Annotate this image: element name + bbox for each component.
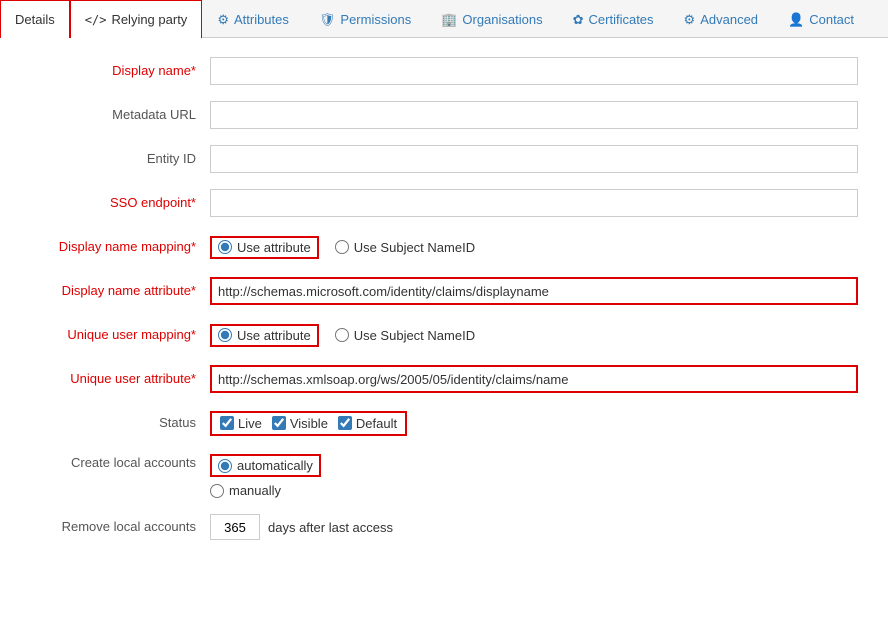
attributes-label: Attributes [234, 12, 289, 27]
organisations-icon: 🏢 [441, 12, 457, 28]
display-name-use-subject-radio[interactable] [335, 240, 349, 254]
tab-certificates[interactable]: ✿ Certificates [558, 0, 669, 38]
status-live-checkbox[interactable] [220, 416, 234, 430]
form-area: Display name* Metadata URL Entity ID SSO… [0, 38, 888, 574]
display-name-use-attribute-option[interactable]: Use attribute [218, 240, 311, 255]
tab-organisations[interactable]: 🏢 Organisations [426, 0, 557, 38]
sso-endpoint-input[interactable] [210, 189, 858, 217]
entity-id-input[interactable] [210, 145, 858, 173]
sso-endpoint-label: SSO endpoint* [0, 194, 210, 212]
sso-endpoint-row: SSO endpoint* [0, 188, 858, 218]
display-name-attribute-label: Display name attribute* [0, 282, 210, 300]
status-default-label: Default [356, 416, 397, 431]
entity-id-label: Entity ID [0, 150, 210, 168]
metadata-url-label: Metadata URL [0, 106, 210, 124]
status-default-checkbox[interactable] [338, 416, 352, 430]
unique-user-use-subject-label: Use Subject NameID [354, 328, 475, 343]
tab-permissions[interactable]: 🛡 Permissions [304, 0, 426, 38]
create-local-auto-radio[interactable] [218, 459, 232, 473]
tab-attributes[interactable]: ⚙ Attributes [202, 0, 304, 38]
relying-party-label: Relying party [111, 12, 187, 27]
unique-user-use-attribute-label: Use attribute [237, 328, 311, 343]
display-name-attribute-row: Display name attribute* [0, 276, 858, 306]
advanced-icon: ⚙ [684, 12, 696, 28]
organisations-label: Organisations [462, 12, 542, 27]
unique-user-mapping-group: Use attribute Use Subject NameID [210, 324, 475, 347]
display-name-label: Display name* [0, 62, 210, 80]
relying-party-icon: </> [85, 13, 107, 27]
unique-user-attribute-row: Unique user attribute* [0, 364, 858, 394]
remove-local-accounts-row: Remove local accounts days after last ac… [0, 512, 858, 542]
entity-id-row: Entity ID [0, 144, 858, 174]
create-local-manual-option[interactable]: manually [210, 483, 321, 498]
display-name-input[interactable] [210, 57, 858, 85]
tab-relying-party[interactable]: </> Relying party [70, 0, 203, 38]
display-name-row: Display name* [0, 56, 858, 86]
create-local-accounts-label: Create local accounts [0, 454, 210, 472]
unique-user-use-subject-radio[interactable] [335, 328, 349, 342]
display-name-mapping-label: Display name mapping* [0, 238, 210, 256]
unique-user-use-attribute-radio[interactable] [218, 328, 232, 342]
remove-local-days-input[interactable] [210, 514, 260, 540]
permissions-label: Permissions [340, 12, 411, 27]
remove-local-accounts-group: days after last access [210, 514, 393, 540]
unique-user-mapping-row: Unique user mapping* Use attribute Use S… [0, 320, 858, 350]
display-name-use-subject-label: Use Subject NameID [354, 240, 475, 255]
create-local-accounts-row: Create local accounts automatically manu… [0, 452, 858, 498]
display-name-use-attribute-label: Use attribute [237, 240, 311, 255]
metadata-url-row: Metadata URL [0, 100, 858, 130]
unique-user-mapping-label: Unique user mapping* [0, 326, 210, 344]
certificates-label: Certificates [589, 12, 654, 27]
permissions-icon: 🛡 [319, 12, 336, 28]
contact-icon: 👤 [788, 12, 804, 28]
details-label: Details [15, 12, 55, 27]
metadata-url-input[interactable] [210, 101, 858, 129]
display-name-mapping-row: Display name mapping* Use attribute Use … [0, 232, 858, 262]
remove-local-suffix: days after last access [268, 520, 393, 535]
create-local-manual-label: manually [229, 483, 281, 498]
status-visible-label: Visible [290, 416, 328, 431]
status-default-option[interactable]: Default [338, 416, 397, 431]
create-local-auto-label: automatically [237, 458, 313, 473]
tab-advanced[interactable]: ⚙ Advanced [669, 0, 773, 38]
unique-user-use-attribute-option[interactable]: Use attribute [218, 328, 311, 343]
tab-details[interactable]: Details [0, 0, 70, 38]
status-checkbox-group: Live Visible Default [210, 411, 407, 436]
attributes-icon: ⚙ [217, 12, 229, 28]
unique-user-use-subject-option[interactable]: Use Subject NameID [335, 328, 475, 343]
status-visible-checkbox[interactable] [272, 416, 286, 430]
tab-contact[interactable]: 👤 Contact [773, 0, 869, 38]
remove-local-accounts-label: Remove local accounts [0, 518, 210, 536]
status-row: Status Live Visible Default [0, 408, 858, 438]
status-live-option[interactable]: Live [220, 416, 262, 431]
tab-bar: Details </> Relying party ⚙ Attributes 🛡… [0, 0, 888, 38]
status-label: Status [0, 414, 210, 432]
display-name-attribute-input[interactable] [210, 277, 858, 305]
certificates-icon: ✿ [573, 12, 584, 28]
status-visible-option[interactable]: Visible [272, 416, 328, 431]
display-name-use-subject-option[interactable]: Use Subject NameID [335, 240, 475, 255]
create-local-accounts-group: automatically manually [210, 454, 321, 498]
create-local-manual-radio[interactable] [210, 484, 224, 498]
status-live-label: Live [238, 416, 262, 431]
unique-user-attribute-input[interactable] [210, 365, 858, 393]
display-name-mapping-group: Use attribute Use Subject NameID [210, 236, 475, 259]
unique-user-attribute-label: Unique user attribute* [0, 370, 210, 388]
create-local-auto-option[interactable]: automatically [218, 458, 313, 473]
contact-label: Contact [809, 12, 854, 27]
advanced-label: Advanced [700, 12, 758, 27]
display-name-use-attribute-radio[interactable] [218, 240, 232, 254]
